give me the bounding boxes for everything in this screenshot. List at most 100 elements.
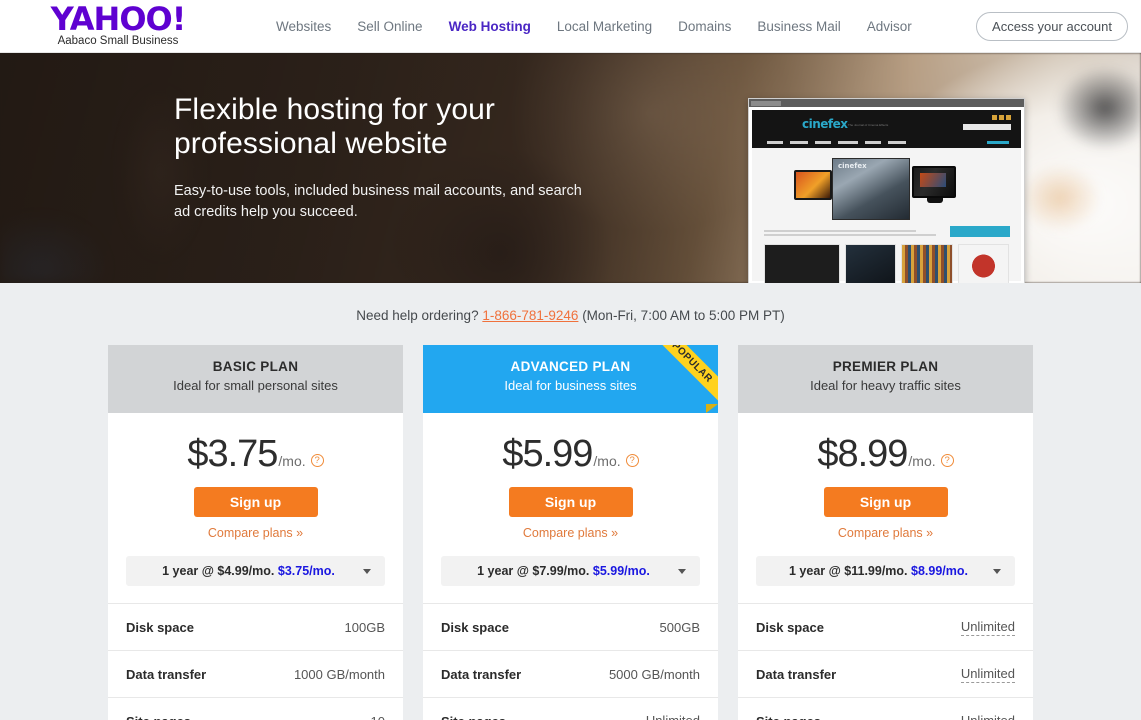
feature-label: Disk space	[756, 619, 824, 635]
plan-header: BASIC PLAN Ideal for small personal sites	[108, 345, 403, 413]
hero-title: Flexible hosting for your professional w…	[174, 93, 495, 160]
order-help-line: Need help ordering? 1-866-781-9246 (Mon-…	[0, 283, 1141, 323]
billing-term-dropdown[interactable]: 1 year @ $11.99/mo. $8.99/mo.	[756, 556, 1015, 586]
billing-term-dropdown[interactable]: 1 year @ $4.99/mo. $3.75/mo.	[126, 556, 385, 586]
access-your-account-button[interactable]: Access your account	[976, 12, 1128, 41]
mockup-card	[901, 244, 953, 283]
question-mark-icon[interactable]: ?	[310, 454, 324, 467]
mockup-body-text	[752, 226, 1021, 237]
feature-row: Disk space 500GB	[423, 603, 718, 650]
mockup-browser-chrome	[749, 99, 1024, 107]
plan-name: PREMIER PLAN	[832, 359, 939, 374]
feature-row: Data transfer Unlimited	[738, 650, 1033, 697]
sign-up-button[interactable]: Sign up	[508, 487, 633, 517]
feature-value[interactable]: Unlimited	[960, 619, 1015, 636]
feature-value[interactable]: Unlimited	[961, 713, 1015, 720]
question-mark-icon[interactable]: ?	[940, 454, 954, 467]
nav-item-websites[interactable]: Websites	[276, 19, 331, 34]
price-row: $3.75/mo.?	[108, 435, 403, 473]
feature-row: Site pages10	[108, 697, 403, 720]
feature-value[interactable]: Unlimited	[960, 666, 1015, 683]
feature-label: Disk space	[441, 619, 509, 635]
mockup-magazine-cover	[832, 158, 910, 220]
logo-wordmark: YAHOO!	[50, 0, 187, 38]
chevron-down-icon	[993, 569, 1001, 574]
plan-body: $5.99/mo.? Sign up Compare plans » 1 year @…	[423, 413, 718, 603]
mockup-card	[845, 244, 897, 283]
plan-price-period: /mo.	[908, 453, 936, 469]
mockup-site: cinefex The Journal of Cinema Effects	[752, 110, 1021, 283]
feature-label: Data transfer	[756, 666, 837, 682]
nav-item-web-hosting[interactable]: Web Hosting	[449, 19, 531, 34]
yahoo-logo[interactable]: YAHOO! Aabaco Small Business	[28, 2, 208, 48]
main-navigation: Websites Sell Online Web Hosting Local Mark…	[276, 19, 912, 34]
compare-plans-link[interactable]: Compare plans »	[108, 526, 403, 540]
billing-term-label: 1 year @ $4.99/mo. $3.75/mo.	[162, 564, 335, 578]
popular-ribbon-tail	[706, 404, 718, 413]
plan-body: $3.75/mo.? Sign up Compare plans » 1 year @…	[108, 413, 403, 603]
compare-plans-link[interactable]: Compare plans »	[738, 526, 1033, 540]
chevron-down-icon	[363, 569, 371, 574]
plan-tagline: Ideal for small personal sites	[173, 378, 338, 393]
feature-label: Data transfer	[126, 666, 207, 682]
plan-price: $8.99	[817, 433, 908, 475]
plan-tagline: Ideal for business sites	[504, 378, 637, 393]
nav-item-domains[interactable]: Domains	[678, 19, 731, 34]
feature-label: Disk space	[126, 619, 194, 635]
mockup-brand-tagline: The Journal of Cinema Effects	[848, 123, 889, 127]
compare-plans-link[interactable]: Compare plans »	[423, 526, 718, 540]
mockup-card	[957, 244, 1009, 283]
hero-banner: Flexible hosting for your professional w…	[0, 53, 1141, 283]
help-prefix: Need help ordering?	[356, 308, 479, 323]
plan-price-period: /mo.	[593, 453, 621, 469]
billing-term-label: 1 year @ $11.99/mo. $8.99/mo.	[789, 564, 968, 578]
feature-value: 5000 GB/month	[608, 666, 700, 682]
price-row: $8.99/mo.?	[738, 435, 1033, 473]
billing-term-label: 1 year @ $7.99/mo. $5.99/mo.	[477, 564, 650, 578]
support-phone-link[interactable]: 1-866-781-9246	[482, 308, 578, 323]
feature-value: 1000 GB/month	[293, 666, 385, 682]
question-mark-icon[interactable]: ?	[625, 454, 639, 467]
plan-price: $3.75	[187, 433, 278, 475]
feature-value: 10	[371, 714, 385, 720]
plan-name: BASIC PLAN	[212, 359, 299, 374]
feature-value[interactable]: Unlimited	[646, 713, 700, 720]
billing-term-dropdown[interactable]: 1 year @ $7.99/mo. $5.99/mo.	[441, 556, 700, 586]
price-row: $5.99/mo.?	[423, 435, 718, 473]
plan-price-period: /mo.	[278, 453, 306, 469]
feature-row: Site pagesUnlimited	[738, 697, 1033, 720]
feature-row: Disk space Unlimited	[738, 603, 1033, 650]
nav-item-advisor[interactable]: Advisor	[867, 19, 912, 34]
nav-item-local-marketing[interactable]: Local Marketing	[557, 19, 652, 34]
mockup-monitor-stand	[927, 198, 943, 203]
mockup-card	[764, 244, 840, 283]
help-hours: (Mon-Fri, 7:00 AM to 5:00 PM PT)	[582, 308, 785, 323]
feature-label: Data transfer	[441, 666, 522, 682]
mockup-brand-logo: cinefex	[802, 117, 848, 131]
mockup-monitor-image	[912, 166, 956, 198]
feature-label: Site pages	[126, 714, 371, 720]
chevron-down-icon	[678, 569, 686, 574]
nav-item-sell-online[interactable]: Sell Online	[357, 19, 422, 34]
plan-body: $8.99/mo.? Sign up Compare plans » 1 year @…	[738, 413, 1033, 603]
mockup-search-box	[963, 124, 1011, 130]
sign-up-button[interactable]: Sign up	[193, 487, 318, 517]
site-header: YAHOO! Aabaco Small Business Websites Sel…	[0, 0, 1141, 53]
sign-up-button[interactable]: Sign up	[823, 487, 948, 517]
plan-header: ADVANCED PLAN Ideal for business sites POP…	[423, 345, 718, 413]
feature-row: Disk space 100GB	[108, 603, 403, 650]
plan-card-basic-plan: BASIC PLAN Ideal for small personal sites…	[108, 345, 403, 720]
website-preview-mockup: cinefex The Journal of Cinema Effects	[748, 98, 1025, 283]
mockup-cta-button	[950, 226, 1010, 237]
feature-value: 500GB	[659, 619, 700, 635]
hero-copy: Flexible hosting for your professional w…	[174, 93, 594, 223]
mockup-menu	[767, 141, 906, 144]
mockup-login-link	[987, 141, 1009, 144]
nav-item-business-mail[interactable]: Business Mail	[757, 19, 840, 34]
mockup-site-header: cinefex The Journal of Cinema Effects	[752, 110, 1021, 148]
feature-row: Site pagesUnlimited	[423, 697, 718, 720]
plan-card-premier-plan: PREMIER PLAN Ideal for heavy traffic site…	[738, 345, 1033, 720]
mockup-social-icons	[992, 115, 1011, 120]
mockup-card-row	[752, 238, 1021, 283]
feature-value: 100GB	[344, 619, 385, 635]
